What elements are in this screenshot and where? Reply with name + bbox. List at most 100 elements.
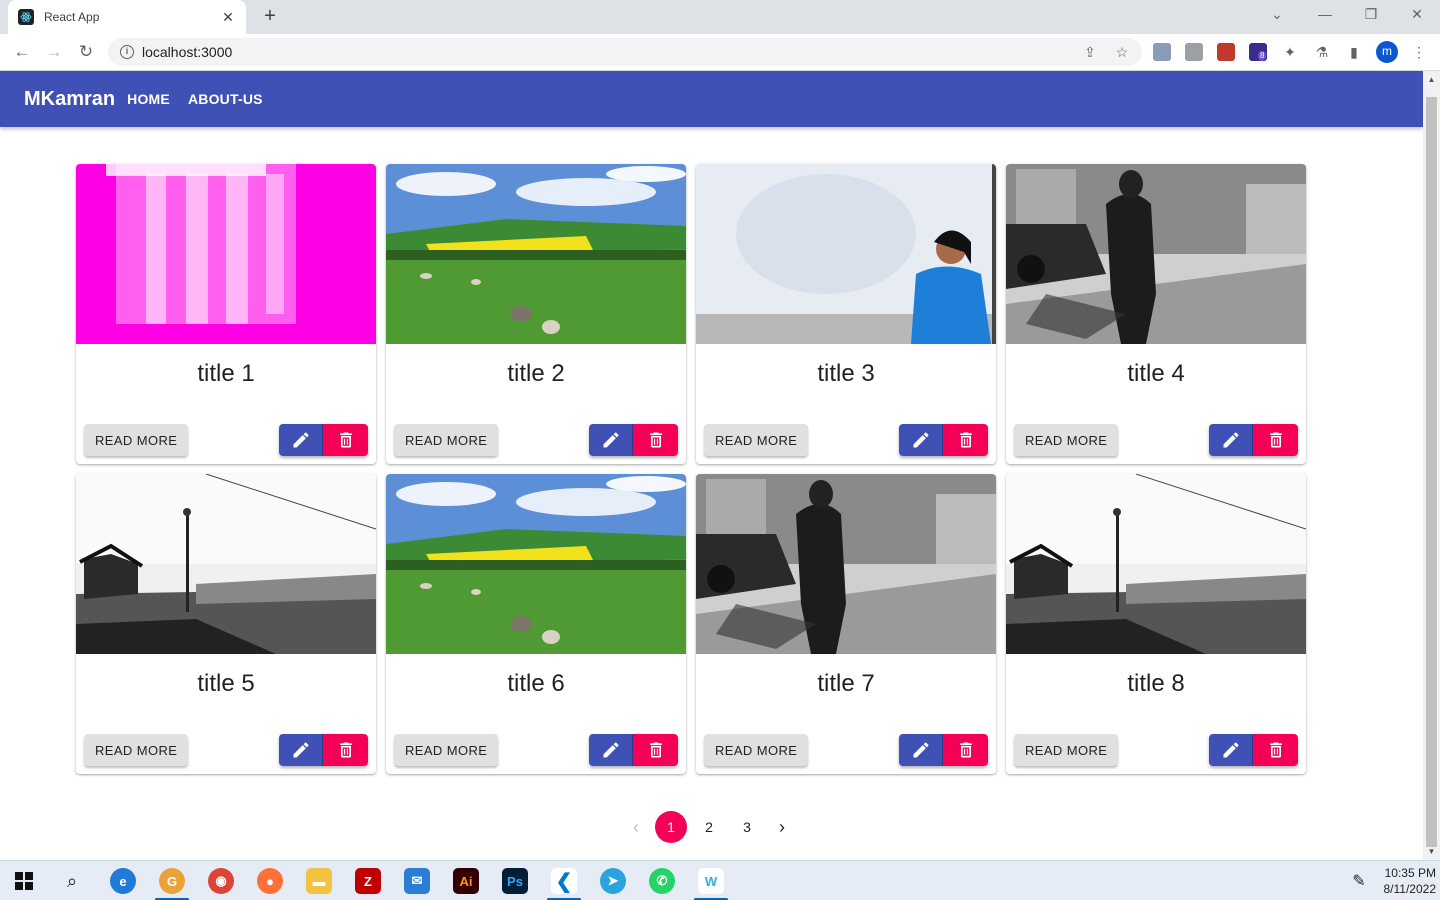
reload-icon[interactable]: ↻	[74, 40, 98, 64]
scroll-up-arrow-icon[interactable]: ▲	[1423, 71, 1440, 88]
brand-logo-text[interactable]: MKamran	[24, 88, 115, 111]
card-image	[1006, 164, 1306, 344]
card-title: title 8	[1127, 670, 1185, 697]
delete-button[interactable]	[1253, 734, 1298, 766]
page-button-2[interactable]: 2	[693, 811, 725, 843]
delete-button[interactable]	[633, 424, 678, 456]
extension-graduation-icon[interactable]: 8	[1249, 43, 1267, 61]
side-panel-icon[interactable]: ▮	[1345, 43, 1363, 61]
address-url: localhost:3000	[142, 44, 233, 60]
edit-button[interactable]	[279, 424, 323, 456]
read-more-button[interactable]: READ MORE	[84, 424, 189, 456]
nav-about-us-link[interactable]: ABOUT-US	[188, 91, 263, 107]
read-more-button[interactable]: READ MORE	[704, 734, 809, 766]
card-title: title 1	[197, 360, 255, 387]
edit-button[interactable]	[899, 734, 943, 766]
page-scrollbar[interactable]: ▲ ▼	[1423, 71, 1440, 860]
taskbar-search-icon[interactable]: ⌕	[59, 868, 85, 894]
trash-icon	[336, 430, 356, 450]
delete-button[interactable]	[1253, 424, 1298, 456]
telegram-icon[interactable]: ➤	[600, 868, 626, 894]
edit-button[interactable]	[1209, 424, 1253, 456]
wamp-icon[interactable]: W	[698, 868, 724, 894]
filezilla-icon[interactable]: Z	[355, 868, 381, 894]
vscode-icon[interactable]: ❮	[551, 868, 577, 894]
read-more-button[interactable]: READ MORE	[1014, 424, 1119, 456]
edit-button[interactable]	[899, 424, 943, 456]
edge-browser-icon[interactable]: e	[110, 868, 136, 894]
post-card: title 6 READ MORE	[386, 474, 686, 774]
previous-page-icon[interactable]: ‹	[620, 811, 652, 843]
delete-button[interactable]	[323, 734, 368, 766]
read-more-button[interactable]: READ MORE	[704, 424, 809, 456]
tab-close-icon[interactable]: ✕	[220, 9, 236, 26]
app-header: MKamran HOME ABOUT-US	[0, 71, 1423, 127]
new-tab-icon[interactable]: +	[258, 5, 282, 29]
delete-button[interactable]	[633, 734, 678, 766]
browser-tab-strip: React App ✕ + ⌄ — ❐ ✕	[0, 0, 1440, 34]
card-action-group	[1209, 734, 1298, 766]
pencil-icon	[1221, 430, 1241, 450]
windows-start-icon[interactable]	[11, 868, 37, 894]
pen-menu-icon[interactable]: ✎	[1346, 868, 1372, 894]
pencil-icon	[1221, 740, 1241, 760]
address-bar[interactable]: i localhost:3000	[108, 38, 1142, 66]
edit-button[interactable]	[589, 424, 633, 456]
photoshop-icon[interactable]: Ps	[502, 868, 528, 894]
extension-stamp-icon[interactable]	[1153, 43, 1171, 61]
nav-home-link[interactable]: HOME	[127, 91, 170, 107]
extensions-puzzle-icon[interactable]: ✦	[1281, 43, 1299, 61]
delete-button[interactable]	[943, 734, 988, 766]
menu-kebab-icon[interactable]: ⋮	[1410, 43, 1428, 61]
scroll-down-arrow-icon[interactable]: ▼	[1423, 843, 1440, 860]
card-title: title 3	[817, 360, 875, 387]
share-icon[interactable]: ⇪	[1081, 43, 1099, 61]
mail-icon[interactable]: ✉	[404, 868, 430, 894]
clock-time: 10:35 PM	[1384, 866, 1436, 880]
windows-taskbar: ⌕ e G ◉ ● ▬ Z ✉ Ai Ps ❮ ➤ ✆ W ✎ 10:35 PM…	[0, 860, 1440, 900]
trash-icon	[1266, 740, 1286, 760]
restore-icon[interactable]: ❐	[1356, 4, 1386, 26]
minimize-icon[interactable]: —	[1310, 4, 1340, 26]
tab-search-icon[interactable]: ⌄	[1262, 4, 1292, 26]
read-more-button[interactable]: READ MORE	[394, 424, 499, 456]
pagination: ‹ 1 2 3 ›	[620, 811, 798, 843]
back-icon[interactable]: ←	[10, 40, 34, 64]
close-window-icon[interactable]: ✕	[1402, 4, 1432, 26]
read-more-button[interactable]: READ MORE	[394, 734, 499, 766]
post-card: title 3 READ MORE	[696, 164, 996, 464]
chrome-icon[interactable]: ◉	[208, 868, 234, 894]
card-image	[76, 474, 376, 654]
read-more-button[interactable]: READ MORE	[84, 734, 189, 766]
edit-button[interactable]	[589, 734, 633, 766]
whatsapp-icon[interactable]: ✆	[649, 868, 675, 894]
browser-tab[interactable]: React App ✕	[8, 0, 246, 34]
card-action-group	[589, 424, 678, 456]
delete-button[interactable]	[943, 424, 988, 456]
forward-icon[interactable]: →	[42, 40, 66, 64]
extension-camera-icon[interactable]	[1185, 43, 1203, 61]
next-page-icon[interactable]: ›	[766, 811, 798, 843]
card-action-group	[899, 734, 988, 766]
card-action-group	[279, 424, 368, 456]
scroll-thumb[interactable]	[1426, 97, 1437, 847]
page-button-3[interactable]: 3	[731, 811, 763, 843]
profile-avatar[interactable]: m	[1376, 41, 1398, 63]
system-clock[interactable]: 10:35 PM 8/11/2022	[1372, 865, 1437, 897]
bookmark-star-icon[interactable]: ☆	[1113, 43, 1131, 61]
card-title: title 4	[1127, 360, 1185, 387]
file-explorer-icon[interactable]: ▬	[306, 868, 332, 894]
tab-title: React App	[44, 10, 100, 24]
page-button-1[interactable]: 1	[655, 811, 687, 843]
read-more-button[interactable]: READ MORE	[1014, 734, 1119, 766]
post-card: title 5 READ MORE	[76, 474, 376, 774]
firefox-icon[interactable]: ●	[257, 868, 283, 894]
labs-flask-icon[interactable]: ⚗	[1313, 43, 1331, 61]
site-info-icon[interactable]: i	[120, 45, 134, 59]
illustrator-icon[interactable]: Ai	[453, 868, 479, 894]
delete-button[interactable]	[323, 424, 368, 456]
edit-button[interactable]	[1209, 734, 1253, 766]
chrome-dev-icon[interactable]: G	[159, 868, 185, 894]
extension-red-icon[interactable]	[1217, 43, 1235, 61]
edit-button[interactable]	[279, 734, 323, 766]
